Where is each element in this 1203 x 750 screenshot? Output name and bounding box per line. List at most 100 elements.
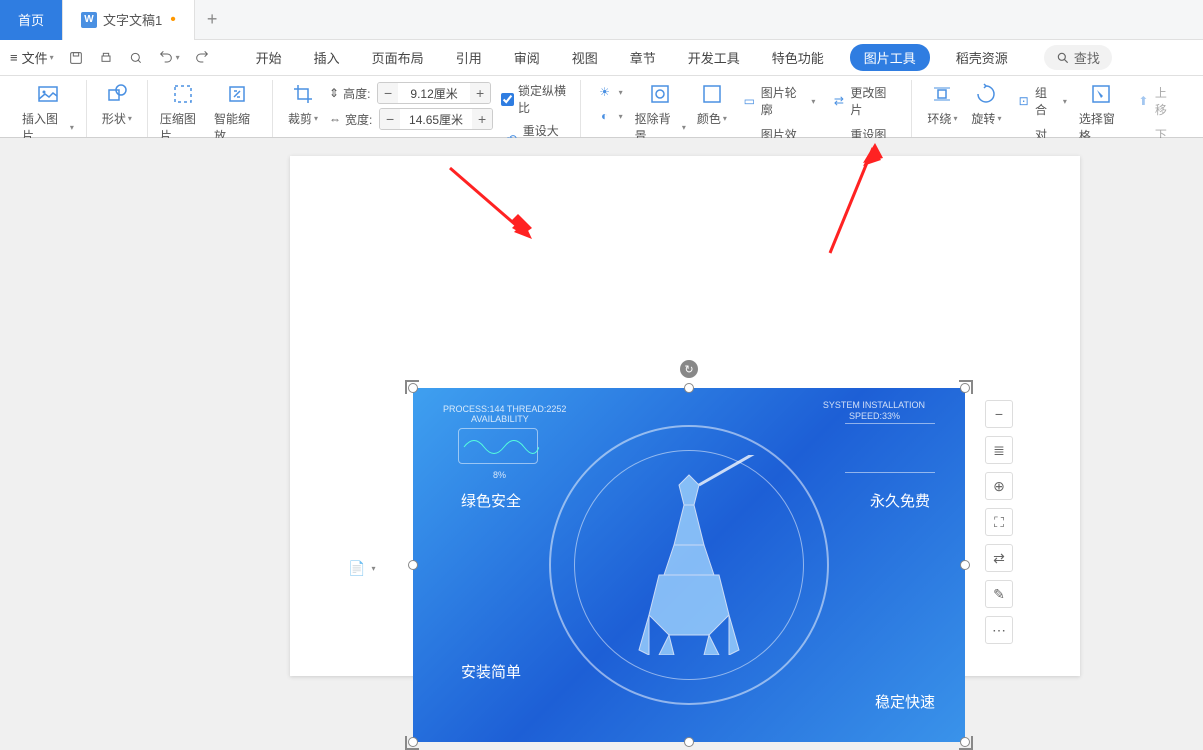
height-icon: ⇕ xyxy=(329,86,339,100)
redo-icon[interactable] xyxy=(194,50,210,66)
width-input[interactable] xyxy=(400,109,472,129)
tab-view[interactable]: 视图 xyxy=(566,42,604,73)
tab-dev-tools[interactable]: 开发工具 xyxy=(682,42,746,73)
insert-picture-button[interactable]: 插入图片▾ xyxy=(18,80,78,146)
image-side-tools: − ≣ ⊕ ⛶ ⇄ ✎ ⋯ xyxy=(985,400,1013,644)
resize-handle-br[interactable] xyxy=(960,737,970,747)
rotate-button[interactable]: 旋转▾ xyxy=(964,80,1008,129)
shape-icon xyxy=(105,82,129,106)
resize-handle-b[interactable] xyxy=(684,737,694,747)
tab-special[interactable]: 特色功能 xyxy=(766,42,830,73)
img-8pct: 8% xyxy=(493,470,506,480)
side-more-button[interactable]: ⋯ xyxy=(985,616,1013,644)
resize-handle-tl[interactable] xyxy=(408,383,418,393)
rotate-icon xyxy=(974,82,998,106)
sun-icon: ☀ xyxy=(597,84,613,100)
anchor-indicator[interactable]: 📄▾ xyxy=(348,560,375,577)
contrast-icon: ◐ xyxy=(597,108,613,124)
knight-illustration xyxy=(599,455,779,655)
img-label-3: 安装简单 xyxy=(461,661,521,682)
file-label: 文件 xyxy=(22,48,48,67)
search-button[interactable]: 查找 xyxy=(1044,45,1112,70)
save-icon[interactable] xyxy=(68,50,84,66)
compress-button[interactable]: 压缩图片 xyxy=(156,80,210,146)
height-plus[interactable]: + xyxy=(470,83,490,103)
img-sys-install: SYSTEM INSTALLATION xyxy=(823,400,925,410)
add-tab-button[interactable]: + xyxy=(195,0,230,40)
resize-handle-bl[interactable] xyxy=(408,737,418,747)
group-icon: ⊡ xyxy=(1016,93,1031,109)
width-icon: ⇔ xyxy=(329,112,341,126)
hamburger-icon: ≡ xyxy=(10,50,18,65)
remove-bg-button[interactable]: 抠除背景▾ xyxy=(631,80,690,146)
resize-handle-tr[interactable] xyxy=(960,383,970,393)
picture-icon xyxy=(36,82,60,106)
tab-resources[interactable]: 稻壳资源 xyxy=(950,42,1014,73)
side-collapse-button[interactable]: − xyxy=(985,400,1013,428)
height-input[interactable] xyxy=(398,83,470,103)
tab-home[interactable]: 首页 xyxy=(0,0,63,40)
height-stepper[interactable]: − + xyxy=(377,82,491,104)
change-pic-button[interactable]: ⇄更改图片 xyxy=(827,82,899,120)
side-zoom-button[interactable]: ⊕ xyxy=(985,472,1013,500)
resize-handle-r[interactable] xyxy=(960,560,970,570)
undo-icon[interactable]: ▾ xyxy=(158,50,180,66)
print-preview-icon[interactable] xyxy=(128,50,144,66)
selection-pane-button[interactable]: 选择窗格 xyxy=(1075,80,1128,146)
img-label-1: 绿色安全 xyxy=(461,490,521,511)
word-doc-icon: W xyxy=(81,12,97,28)
img-label-4: 稳定快速 xyxy=(875,691,935,712)
brightness-button[interactable]: ☀▾ xyxy=(593,82,627,102)
menu-bar: ≡ 文件 ▾ ▾ 开始 插入 页面布局 引用 审阅 视图 章节 开发工具 特色功… xyxy=(0,40,1203,76)
tab-doc-label: 文字文稿1 xyxy=(103,10,162,29)
rotate-handle[interactable]: ↻ xyxy=(680,360,698,378)
annotation-arrow-2 xyxy=(815,138,895,258)
remove-bg-icon xyxy=(648,82,672,106)
selection-pane-icon xyxy=(1089,82,1113,106)
side-replace-button[interactable]: ⇄ xyxy=(985,544,1013,572)
side-layout-button[interactable]: ≣ xyxy=(985,436,1013,464)
color-icon xyxy=(700,82,724,106)
wrap-icon xyxy=(930,82,954,106)
smart-scale-button[interactable]: 智能缩放 xyxy=(210,80,264,146)
tab-review[interactable]: 审阅 xyxy=(508,42,546,73)
side-crop-button[interactable]: ⛶ xyxy=(985,508,1013,536)
resize-handle-l[interactable] xyxy=(408,560,418,570)
tab-start[interactable]: 开始 xyxy=(250,42,288,73)
document-tabs: 首页 W 文字文稿1 • + xyxy=(0,0,1203,40)
tab-insert[interactable]: 插入 xyxy=(308,42,346,73)
quick-access-toolbar: ▾ xyxy=(68,50,210,66)
compress-icon xyxy=(171,82,195,106)
width-minus[interactable]: − xyxy=(380,109,400,129)
tab-page-layout[interactable]: 页面布局 xyxy=(366,42,430,73)
move-up-button[interactable]: ⬆上移 xyxy=(1132,82,1181,120)
lock-ratio-checkbox[interactable]: 锁定纵横比 xyxy=(501,82,568,116)
anchor-icon: 📄 xyxy=(348,560,365,577)
unsaved-indicator-icon: • xyxy=(170,11,176,29)
wrap-button[interactable]: 环绕▾ xyxy=(920,80,964,129)
img-avail-text: AVAILABILITY xyxy=(471,414,529,424)
tab-document[interactable]: W 文字文稿1 • xyxy=(63,0,195,40)
img-process-text: PROCESS:144 THREAD:2252 xyxy=(443,404,566,414)
ribbon-tabs: 开始 插入 页面布局 引用 审阅 视图 章节 开发工具 特色功能 图片工具 稻壳… xyxy=(250,42,1112,73)
file-menu[interactable]: ≡ 文件 ▾ xyxy=(10,48,54,67)
crop-icon xyxy=(291,82,315,106)
tab-chapter[interactable]: 章节 xyxy=(624,42,662,73)
ribbon: 插入图片▾ 形状▾ 压缩图片 智能缩放 裁剪▾ ⇕ 高度: − xyxy=(0,76,1203,138)
width-stepper[interactable]: − + xyxy=(379,108,493,130)
side-edit-button[interactable]: ✎ xyxy=(985,580,1013,608)
shape-button[interactable]: 形状▾ xyxy=(95,80,139,129)
resize-handle-t[interactable] xyxy=(684,383,694,393)
group-button[interactable]: ⊡组合▾ xyxy=(1012,82,1070,120)
outline-button[interactable]: ▭图片轮廓▾ xyxy=(738,82,820,120)
color-button[interactable]: 颜色▾ xyxy=(690,80,734,129)
print-icon[interactable] xyxy=(98,50,114,66)
crop-button[interactable]: 裁剪▾ xyxy=(281,80,325,129)
search-label: 查找 xyxy=(1074,48,1100,67)
selected-image[interactable]: ↻ PROCESS:144 THREAD:2252 AVAILABILITY 8… xyxy=(413,388,965,742)
height-minus[interactable]: − xyxy=(378,83,398,103)
contrast-button[interactable]: ◐▾ xyxy=(593,106,627,126)
tab-picture-tools[interactable]: 图片工具 xyxy=(850,44,930,71)
width-plus[interactable]: + xyxy=(472,109,492,129)
tab-reference[interactable]: 引用 xyxy=(450,42,488,73)
